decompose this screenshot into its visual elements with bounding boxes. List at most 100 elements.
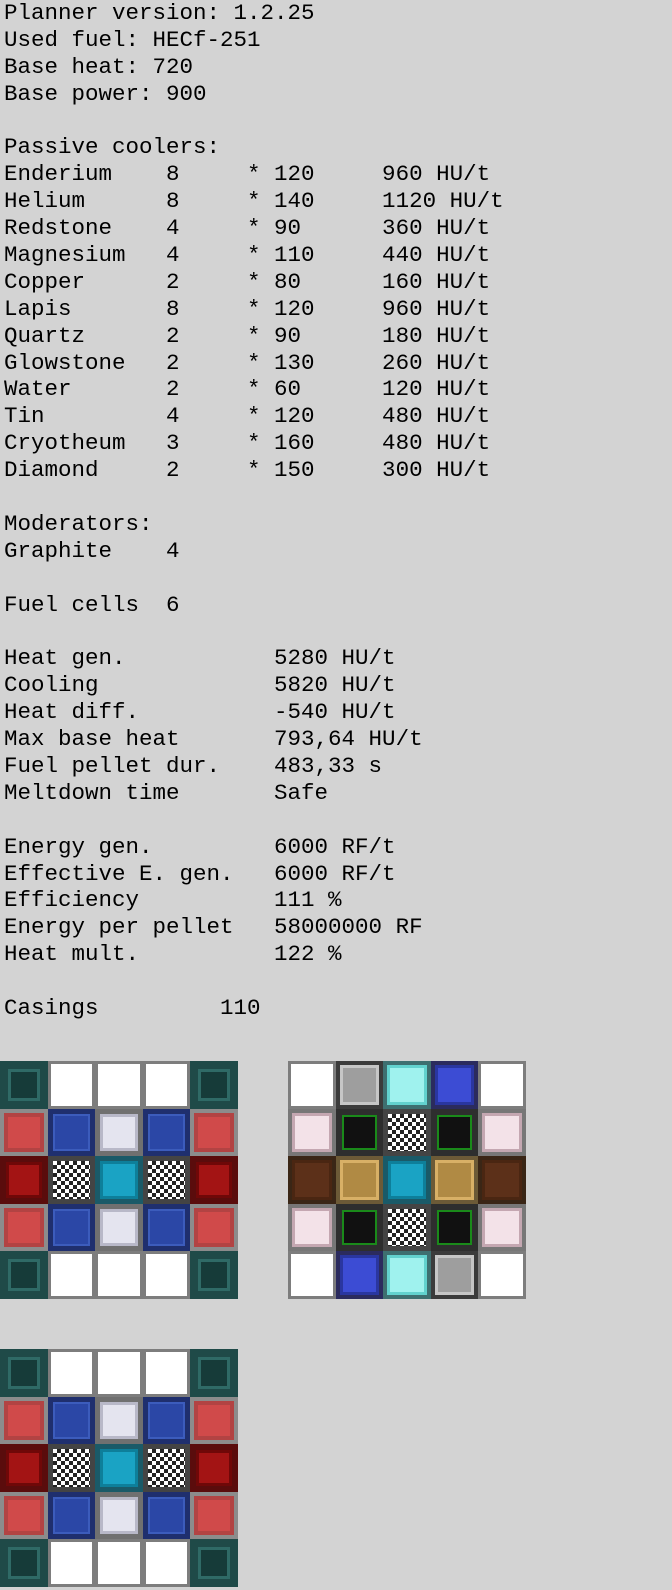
water-block[interactable] [430, 1251, 479, 1299]
redcell-block[interactable] [0, 1444, 48, 1492]
report-line: Cooling 5820 HU/t [4, 672, 396, 699]
redstone-block[interactable] [0, 1108, 48, 1157]
quartz-block[interactable] [95, 1108, 143, 1157]
report-line: Meltdown time Safe [4, 779, 329, 806]
casing-corner-block[interactable] [0, 1061, 48, 1109]
checker-block[interactable] [47, 1156, 96, 1204]
checker-block[interactable] [142, 1156, 191, 1204]
redstone-block[interactable] [0, 1203, 48, 1252]
casing-corner-block[interactable] [190, 1061, 238, 1109]
graphite-block[interactable] [430, 1108, 479, 1157]
tin-block[interactable] [335, 1251, 384, 1299]
tin-texture [434, 1065, 475, 1105]
empty-block[interactable] [142, 1251, 191, 1299]
casing-corner-block[interactable] [190, 1349, 238, 1397]
empty-plain-block[interactable] [288, 1251, 336, 1299]
cryotheum-block[interactable] [383, 1251, 431, 1299]
quartz-block[interactable] [95, 1491, 143, 1540]
magnesium-block[interactable] [288, 1203, 336, 1252]
graphite-block[interactable] [430, 1203, 479, 1252]
empty-block[interactable] [142, 1349, 191, 1397]
empty-block[interactable] [142, 1539, 191, 1587]
glowstone-block[interactable] [335, 1156, 384, 1204]
cryotheum-texture [387, 1065, 427, 1105]
lapis-block[interactable] [47, 1396, 96, 1445]
empty-block[interactable] [142, 1061, 191, 1109]
report-line: Heat mult. 122 % [4, 941, 342, 968]
report-line: Used fuel: HECf-251 [4, 26, 261, 53]
redstone-block[interactable] [190, 1108, 238, 1157]
redstone-block[interactable] [0, 1491, 48, 1540]
casing-corner-block[interactable] [0, 1251, 48, 1299]
tin-block[interactable] [430, 1061, 479, 1109]
casing-corner-block[interactable] [0, 1349, 48, 1397]
lapis-block[interactable] [142, 1108, 191, 1157]
lapis-texture [52, 1496, 91, 1535]
checker-block[interactable] [47, 1444, 96, 1492]
empty-block[interactable] [95, 1349, 143, 1397]
magnesium-block[interactable] [288, 1108, 336, 1157]
empty-block[interactable] [95, 1061, 143, 1109]
copper-block[interactable] [478, 1156, 526, 1204]
empty-block[interactable] [47, 1539, 96, 1587]
empty-block[interactable] [47, 1061, 96, 1109]
redstone-block[interactable] [190, 1396, 238, 1445]
quartz-block[interactable] [95, 1396, 143, 1445]
redstone-block[interactable] [0, 1396, 48, 1445]
glowstone-block[interactable] [430, 1156, 479, 1204]
empty-block[interactable] [95, 1539, 143, 1587]
empty-block[interactable] [47, 1251, 96, 1299]
copper-texture [482, 1160, 522, 1200]
checker-block[interactable] [383, 1203, 431, 1252]
lapis-block[interactable] [47, 1203, 96, 1252]
lapis-block[interactable] [47, 1491, 96, 1540]
diamondcell-texture [100, 1161, 138, 1199]
graphite-texture [436, 1209, 473, 1246]
lapis-block[interactable] [142, 1396, 191, 1445]
redstone-block[interactable] [190, 1491, 238, 1540]
graphite-block[interactable] [335, 1108, 384, 1157]
diamondcell-texture [100, 1449, 138, 1487]
water-block[interactable] [335, 1061, 384, 1109]
casing-corner-block[interactable] [0, 1539, 48, 1587]
checker-block[interactable] [383, 1108, 431, 1157]
casing-corner-block[interactable] [190, 1539, 238, 1587]
casing-corner-block[interactable] [190, 1251, 238, 1299]
report-line: Moderators: [4, 510, 153, 537]
casing-corner-texture [8, 1357, 40, 1389]
lapis-block[interactable] [142, 1203, 191, 1252]
checker-texture [147, 1449, 186, 1487]
lapis-block[interactable] [47, 1108, 96, 1157]
report-line: Energy gen. 6000 RF/t [4, 833, 396, 860]
empty-block[interactable] [95, 1251, 143, 1299]
redcell-block[interactable] [190, 1156, 238, 1204]
redstone-block[interactable] [190, 1203, 238, 1252]
empty-block[interactable] [47, 1349, 96, 1397]
checker-block[interactable] [142, 1444, 191, 1492]
lapis-texture [147, 1496, 186, 1535]
empty-plain-block[interactable] [288, 1061, 336, 1109]
reactor-layer-2 [288, 1061, 526, 1299]
empty-plain-block[interactable] [478, 1251, 526, 1299]
diamondcell-block[interactable] [95, 1444, 143, 1492]
diamondcell-block[interactable] [95, 1156, 143, 1204]
quartz-texture [100, 1401, 138, 1440]
empty-plain-block[interactable] [478, 1061, 526, 1109]
quartz-block[interactable] [95, 1203, 143, 1252]
lapis-texture [147, 1401, 186, 1440]
redcell-block[interactable] [0, 1156, 48, 1204]
redstone-texture [194, 1400, 234, 1441]
magnesium-block[interactable] [478, 1203, 526, 1252]
lapis-texture [147, 1113, 186, 1152]
report-line: Base heat: 720 [4, 53, 194, 80]
diamondcell-block[interactable] [383, 1156, 431, 1204]
graphite-block[interactable] [335, 1203, 384, 1252]
copper-block[interactable] [288, 1156, 336, 1204]
lapis-block[interactable] [142, 1491, 191, 1540]
casing-corner-texture [198, 1357, 230, 1389]
report-line: Graphite 4 [4, 537, 180, 564]
redcell-block[interactable] [190, 1444, 238, 1492]
cryotheum-block[interactable] [383, 1061, 431, 1109]
magnesium-block[interactable] [478, 1108, 526, 1157]
report-line: Enderium 8 * 120 960 HU/t [4, 161, 491, 188]
